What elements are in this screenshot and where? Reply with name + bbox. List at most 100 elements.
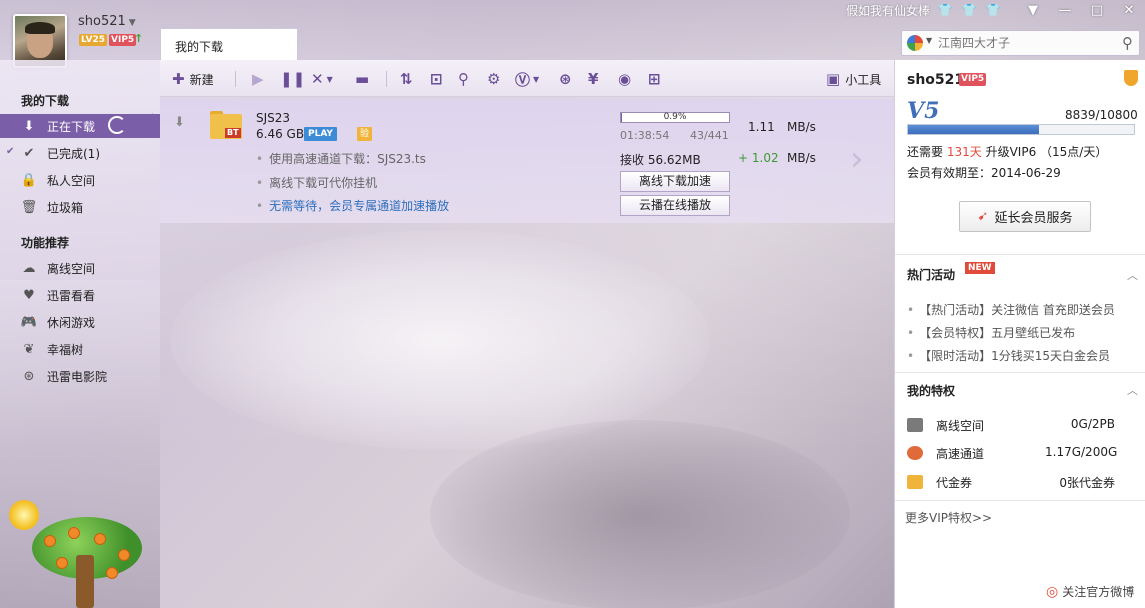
toolbar-divider [386,71,387,87]
chevron-up-icon[interactable]: ︿ [1127,382,1138,398]
search-icon[interactable]: ⚲ [1122,34,1133,52]
counter-icon: ⊡ [430,70,443,88]
sidebar-item-happy-tree[interactable]: ❦ 幸福树 [0,337,160,361]
refresh-spin-icon [108,116,126,134]
film-reel-icon: ⊛ [23,368,35,384]
settings-button[interactable]: ⚙ [487,69,500,89]
vip-button[interactable]: Ⓥ ▼ [515,69,539,89]
new-task-label: 新建 [189,72,214,87]
heart-icon: ♥ [23,287,35,303]
more-vip-link[interactable]: 更多VIP特权>> [905,509,992,526]
progress-percent: 0.9% [663,112,687,122]
vip-expiry: 会员有效期至：2014-06-29 [907,166,1061,180]
title-bar: sho521 ▼ LV25 VIP5 ↑ 我的下载 假如我有仙女棒 👕 👕 👕 ▼… [0,0,1145,68]
divider [895,254,1145,255]
delete-button[interactable]: ✕ ▼ [311,69,333,89]
minimize-icon[interactable]: — [1049,0,1081,20]
close-icon[interactable]: ✕ [1113,0,1145,20]
sidebar-item-xunlei-kankan[interactable]: ♥ 迅雷看看 [0,283,160,307]
count-button[interactable]: ⊡ [430,69,443,89]
sidebar-item-cinema[interactable]: ⊛ 迅雷电影院 [0,364,160,388]
happy-tree-widget[interactable] [22,505,152,608]
coupon-icon [907,475,923,489]
sidebar-item-label: 离线空间 [47,261,96,276]
open-folder-button[interactable]: ▬ [355,69,369,89]
lock-icon: 🔒 [20,172,38,188]
chevron-down-icon: ▼ [326,74,333,84]
level-badge[interactable]: LV25 [79,34,107,46]
game-button[interactable]: ⊞ [648,69,661,89]
maximize-icon[interactable]: □ [1081,0,1113,20]
upgrade-prefix: 还需要 [907,145,944,159]
shield-icon[interactable] [1124,70,1138,86]
privilege-label: 代金券 [936,476,973,490]
sidebar-item-downloading[interactable]: ⬇ 正在下载 [0,114,160,138]
verify-badge[interactable]: 验 [357,127,372,141]
search-input[interactable] [938,34,1108,52]
vip-icon: Ⓥ [515,70,531,89]
weibo-icon: ◎ [1046,583,1059,600]
offline-accelerate-button[interactable]: 离线下载加速 [620,171,730,192]
chevron-right-icon[interactable]: › [850,139,864,179]
plus-icon: ✚ [172,70,185,88]
download-task-row[interactable]: ⬇ BT SJS23 6.46 GB PLAY 验 使用高速通道下载：SJS23… [160,99,894,223]
shirt-icon[interactable]: 👕 [984,1,1002,19]
delete-icon: ✕ [311,70,324,88]
sidebar-item-private-space[interactable]: 🔒 私人空间 [0,168,160,192]
tip-member-link[interactable]: 无需等待，会员专属通道加速播放 [256,197,449,214]
tools-button[interactable]: ▣ 小工具 [826,69,881,89]
tools-label: 小工具 [845,72,882,87]
vip-badge: VIP5 [959,73,987,86]
search-task-button[interactable]: ⚲ [458,69,469,89]
start-button[interactable]: ▶ [252,69,264,89]
sidebar-item-label: 迅雷看看 [47,288,96,303]
pause-button[interactable]: ❚❚ [280,69,305,89]
sort-button[interactable]: ⇅ [400,69,413,89]
search-icon: ⚲ [458,70,469,88]
search-engine-icon[interactable] [907,35,923,51]
upgrade-days: 131天 [946,145,982,159]
vip-score-fill [908,125,1040,134]
shirt-icon[interactable]: 👕 [936,1,954,19]
username-menu[interactable]: sho521 ▼ [78,14,136,29]
play-badge[interactable]: PLAY [304,127,337,141]
extend-membership-button[interactable]: ➹ 延长会员服务 [959,201,1091,232]
sidebar-item-completed[interactable]: ✔ 已完成(1) [0,141,160,165]
folder-icon: ▬ [355,70,370,88]
sidebar-item-trash[interactable]: 🗑 垃圾箱 [0,195,160,219]
sidebar-item-games[interactable]: 🎮 休闲游戏 [0,310,160,334]
weibo-link[interactable]: ◎ 关注官方微博 [1046,583,1134,600]
upgrade-suffix: 升级VIP6 （15点/天） [985,145,1108,159]
chevron-down-icon[interactable]: ▼ [926,36,932,45]
chevron-up-icon[interactable]: ︿ [1127,267,1138,283]
new-task-button[interactable]: ✚ 新建 [172,69,214,89]
tip-offline: 离线下载可代你挂机 [256,174,377,191]
tab-my-downloads[interactable]: 我的下载 [160,28,298,60]
cloud-icon: ☁ [22,260,36,276]
video-button[interactable]: ⊛ [559,69,572,89]
chevron-down-icon: ▼ [128,18,136,28]
task-size: 6.46 GB [256,127,305,141]
divider [895,500,1145,501]
menu-icon[interactable]: ▼ [1017,0,1049,20]
sidebar-item-offline-space[interactable]: ☁ 离线空间 [0,256,160,280]
sidebar-item-label: 私人空间 [47,173,96,188]
shirt-icon[interactable]: 👕 [960,1,978,19]
news-item[interactable]: 【会员特权】五月壁纸已发布 [907,324,1075,341]
vip-username: sho521 [907,72,965,88]
trash-icon: 🗑 [20,199,38,215]
marquee-text[interactable]: 假如我有仙女棒 [846,2,930,19]
toolbox-icon: ▣ [826,70,841,88]
news-item[interactable]: 【限时活动】1分钱买15天白金会员 [907,347,1110,364]
sort-icon: ⇅ [400,70,413,88]
xunlei-logo-icon: ➹ [977,209,989,224]
vip-badge[interactable]: VIP5 [109,34,137,46]
globe-button[interactable]: ◉ [618,69,631,89]
sidebar-item-label: 休闲游戏 [47,315,96,330]
news-item[interactable]: 【热门活动】关注微信 首充即送会员 [907,301,1115,318]
received-amount: 接收 56.62MB [620,153,701,167]
yuan-button[interactable]: ¥ [588,69,598,89]
level-up-icon: ↑ [134,32,144,45]
cloud-play-button[interactable]: 云播在线播放 [620,195,730,216]
check-icon: ✔ [23,145,35,161]
